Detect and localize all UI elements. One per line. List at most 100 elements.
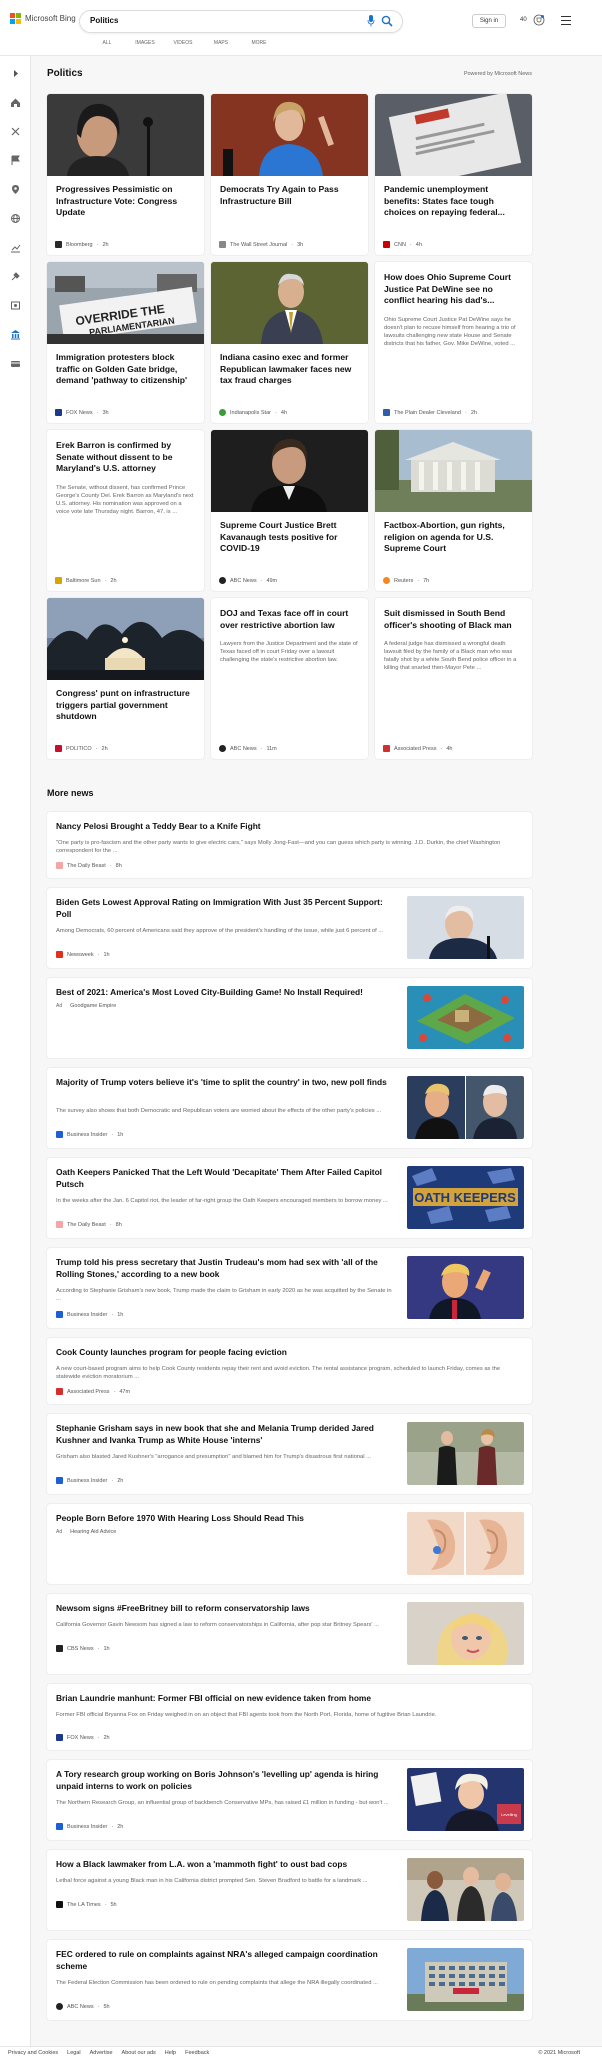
svg-text:OATH KEEPERS: OATH KEEPERS xyxy=(414,1190,516,1205)
source-logo-icon xyxy=(55,409,62,416)
science-icon[interactable] xyxy=(10,269,21,281)
news-list-item[interactable]: Biden Gets Lowest Approval Rating on Imm… xyxy=(47,888,532,968)
card-title[interactable]: Pandemic unemployment benefits: States f… xyxy=(375,176,532,219)
footer-link-privacy[interactable]: Privacy and Cookies xyxy=(8,2050,58,2056)
bing-logo[interactable]: Microsoft Bing xyxy=(10,13,76,24)
item-title[interactable]: Brian Laundrie manhunt: Former FBI offic… xyxy=(56,1693,521,1705)
card-title[interactable]: Congress' punt on infrastructure trigger… xyxy=(47,680,204,723)
sports-icon[interactable] xyxy=(10,124,21,136)
separator: · xyxy=(440,745,443,752)
chart-icon[interactable] xyxy=(10,240,21,253)
home-icon[interactable] xyxy=(10,95,21,107)
globe-icon[interactable] xyxy=(10,211,21,223)
money-icon[interactable] xyxy=(10,356,21,367)
item-title[interactable]: Nancy Pelosi Brought a Teddy Bear to a K… xyxy=(56,821,521,833)
news-card[interactable]: OVERRIDE THE PARLIAMENTARIAN Immigration … xyxy=(47,262,204,423)
news-card[interactable]: DOJ and Texas face off in court over res… xyxy=(211,598,368,759)
item-title[interactable]: Newsom signs #FreeBritney bill to reform… xyxy=(56,1603,396,1615)
card-image xyxy=(375,94,532,176)
news-list-item[interactable]: Oath Keepers Panicked That the Left Woul… xyxy=(47,1158,532,1238)
scope-maps[interactable]: MAPS xyxy=(202,40,240,46)
news-card[interactable]: Pandemic unemployment benefits: States f… xyxy=(375,94,532,255)
footer-link-about-ads[interactable]: About our ads xyxy=(122,2050,156,2056)
item-title[interactable]: FEC ordered to rule on complaints agains… xyxy=(56,1949,396,1972)
item-age: 2h xyxy=(117,1823,124,1830)
card-title[interactable]: How does Ohio Supreme Court Justice Pat … xyxy=(375,262,532,307)
expand-chevron-icon[interactable] xyxy=(10,66,21,77)
news-list-item[interactable]: Nancy Pelosi Brought a Teddy Bear to a K… xyxy=(47,812,532,878)
news-card[interactable]: Congress' punt on infrastructure trigger… xyxy=(47,598,204,759)
news-list-item[interactable]: FEC ordered to rule on complaints agains… xyxy=(47,1940,532,2020)
card-title[interactable]: Erek Barron is confirmed by Senate witho… xyxy=(47,430,204,475)
page-footer: Privacy and Cookies Legal Advertise Abou… xyxy=(0,2046,602,2059)
news-list-item[interactable]: A Tory research group working on Boris J… xyxy=(47,1760,532,1840)
scope-images[interactable]: IMAGES xyxy=(126,40,164,46)
news-card[interactable]: Factbox-Abortion, gun rights, religion o… xyxy=(375,430,532,591)
news-card[interactable]: How does Ohio Supreme Court Justice Pat … xyxy=(375,262,532,423)
news-list-item[interactable]: Stephanie Grisham says in new book that … xyxy=(47,1414,532,1494)
footer-links: Privacy and Cookies Legal Advertise Abou… xyxy=(8,2050,209,2056)
search-box[interactable]: Politics xyxy=(80,11,402,32)
item-title[interactable]: Trump told his press secretary that Just… xyxy=(56,1257,396,1280)
news-card[interactable]: Democrats Try Again to Pass Infrastructu… xyxy=(211,94,368,255)
ad-list-item[interactable]: People Born Before 1970 With Hearing Los… xyxy=(47,1504,532,1584)
card-title[interactable]: Supreme Court Justice Brett Kavanaugh te… xyxy=(211,512,368,555)
card-age: 2h xyxy=(101,745,108,752)
footer-link-legal[interactable]: Legal xyxy=(67,2050,80,2056)
card-title[interactable]: Factbox-Abortion, gun rights, religion o… xyxy=(375,512,532,555)
separator: · xyxy=(111,1477,114,1484)
item-title[interactable]: Best of 2021: America's Most Loved City-… xyxy=(56,987,396,999)
scope-videos[interactable]: VIDEOS xyxy=(164,40,202,46)
politics-icon[interactable] xyxy=(10,327,21,340)
item-snippet: The Federal Election Commission has been… xyxy=(56,1980,378,1986)
card-title[interactable]: Progressives Pessimistic on Infrastructu… xyxy=(47,176,204,219)
scope-more[interactable]: MORE xyxy=(240,40,278,46)
news-card[interactable]: Progressives Pessimistic on Infrastructu… xyxy=(47,94,204,255)
hamburger-menu-icon[interactable] xyxy=(561,16,571,25)
location-pin-icon[interactable] xyxy=(10,182,21,194)
card-snippet: The Senate, without dissent, has confirm… xyxy=(56,484,194,515)
card-title[interactable]: Immigration protesters block traffic on … xyxy=(47,344,204,387)
sign-in-button[interactable]: Sign in xyxy=(472,14,506,28)
item-title[interactable]: People Born Before 1970 With Hearing Los… xyxy=(56,1513,396,1525)
news-card[interactable]: Indiana casino exec and former Republica… xyxy=(211,262,368,423)
item-title[interactable]: A Tory research group working on Boris J… xyxy=(56,1769,396,1792)
movie-icon[interactable] xyxy=(10,298,21,310)
item-title[interactable]: Stephanie Grisham says in new book that … xyxy=(56,1423,396,1446)
card-title[interactable]: Suit dismissed in South Bend officer's s… xyxy=(375,598,532,631)
news-list-item[interactable]: Cook County launches program for people … xyxy=(47,1338,532,1404)
news-list-item[interactable]: Trump told his press secretary that Just… xyxy=(47,1248,532,1328)
item-title[interactable]: Majority of Trump voters believe it's 't… xyxy=(56,1077,396,1089)
rewards-points[interactable]: 40 xyxy=(520,17,527,23)
flag-icon[interactable] xyxy=(10,153,21,165)
item-source: Newsweek · 1h xyxy=(56,951,110,958)
card-age: 2h xyxy=(102,241,109,248)
card-title[interactable]: DOJ and Texas face off in court over res… xyxy=(211,598,368,631)
item-source: ABC News · 5h xyxy=(56,2003,110,2010)
item-image xyxy=(407,1512,524,1575)
item-title[interactable]: Oath Keepers Panicked That the Left Woul… xyxy=(56,1167,396,1190)
footer-link-advertise[interactable]: Advertise xyxy=(90,2050,113,2056)
footer-link-feedback[interactable]: Feedback xyxy=(185,2050,209,2056)
microphone-icon[interactable] xyxy=(367,15,375,27)
item-title[interactable]: How a Black lawmaker from L.A. won a 'ma… xyxy=(56,1859,396,1871)
news-list-item[interactable]: Majority of Trump voters believe it's 't… xyxy=(47,1068,532,1148)
news-list-item[interactable]: Brian Laundrie manhunt: Former FBI offic… xyxy=(47,1684,532,1750)
card-title[interactable]: Indiana casino exec and former Republica… xyxy=(211,344,368,387)
search-icon[interactable] xyxy=(381,15,393,27)
card-image xyxy=(47,598,204,680)
news-card[interactable]: Erek Barron is confirmed by Senate witho… xyxy=(47,430,204,591)
footer-link-help[interactable]: Help xyxy=(165,2050,176,2056)
rewards-trophy-icon[interactable] xyxy=(533,14,545,26)
ad-list-item[interactable]: Best of 2021: America's Most Loved City-… xyxy=(47,978,532,1058)
item-title[interactable]: Biden Gets Lowest Approval Rating on Imm… xyxy=(56,897,396,920)
search-input[interactable]: Politics xyxy=(90,16,118,25)
item-title[interactable]: Cook County launches program for people … xyxy=(56,1347,521,1359)
scope-all[interactable]: ALL xyxy=(88,40,126,46)
news-card[interactable]: Supreme Court Justice Brett Kavanaugh te… xyxy=(211,430,368,591)
card-title[interactable]: Democrats Try Again to Pass Infrastructu… xyxy=(211,176,368,207)
news-card[interactable]: Suit dismissed in South Bend officer's s… xyxy=(375,598,532,759)
news-list-item[interactable]: Newsom signs #FreeBritney bill to reform… xyxy=(47,1594,532,1674)
card-source: CNN · 4h xyxy=(383,241,422,248)
news-list-item[interactable]: How a Black lawmaker from L.A. won a 'ma… xyxy=(47,1850,532,1930)
